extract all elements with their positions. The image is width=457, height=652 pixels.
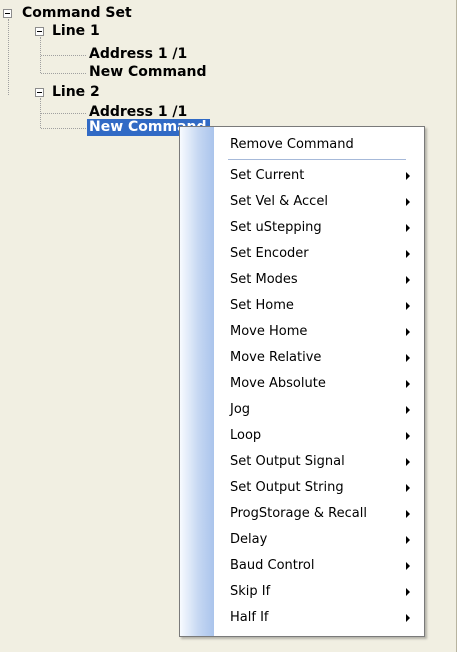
tree-node-address[interactable]: Address 1 /1 [89,46,187,63]
menu-item-move-home[interactable]: Move Home [214,319,424,345]
menu-item-move-absolute[interactable]: Move Absolute [214,371,424,397]
collapse-icon[interactable] [35,88,44,97]
context-menu: Remove Command Set Current Set Vel & Acc… [179,126,425,637]
tree-connector [41,73,86,74]
menu-item-label: Move Home [230,324,308,339]
collapse-icon[interactable] [35,27,44,36]
collapse-icon[interactable] [3,9,12,18]
submenu-arrow-icon [406,562,410,570]
submenu-arrow-icon [406,172,410,180]
submenu-arrow-icon [406,458,410,466]
menu-item-label: Set Current [230,168,305,183]
submenu-arrow-icon [406,328,410,336]
menu-item-label: Delay [230,532,268,547]
submenu-arrow-icon [406,354,410,362]
tree-connector [41,128,86,129]
menu-item-set-current[interactable]: Set Current [214,163,424,189]
tree-node-command-set[interactable]: Command Set [22,5,132,22]
menu-item-label: Skip If [230,584,271,599]
menu-item-set-modes[interactable]: Set Modes [214,267,424,293]
submenu-arrow-icon [406,614,410,622]
submenu-arrow-icon [406,484,410,492]
menu-item-half-if[interactable]: Half If [214,605,424,631]
menu-item-label: Set Home [230,298,294,313]
submenu-arrow-icon [406,250,410,258]
submenu-arrow-icon [406,276,410,284]
tree-panel: Command Set Line 1 Address 1 /1 New Comm… [0,0,457,652]
menu-separator [228,159,406,160]
submenu-arrow-icon [406,536,410,544]
menu-item-label: Set Encoder [230,246,309,261]
tree-connector [8,19,9,95]
menu-item-label: Baud Control [230,558,315,573]
menu-item-label: Loop [230,428,262,443]
menu-item-label: Set Vel & Accel [230,194,328,209]
menu-item-set-ustepping[interactable]: Set uStepping [214,215,424,241]
menu-item-delay[interactable]: Delay [214,527,424,553]
tree-node-line-2[interactable]: Line 2 [52,84,100,101]
submenu-arrow-icon [406,224,410,232]
menu-item-label: Set Output String [230,480,344,495]
menu-item-label: Jog [230,402,251,417]
menu-icon-strip [180,127,214,636]
menu-item-label: ProgStorage & Recall [230,506,367,521]
submenu-arrow-icon [406,198,410,206]
tree-connector [41,55,86,56]
menu-item-label: Set Modes [230,272,298,287]
menu-item-skip-if[interactable]: Skip If [214,579,424,605]
menu-item-label: Remove Command [230,137,354,152]
tree-node-line-1[interactable]: Line 1 [52,23,100,40]
menu-item-baud-control[interactable]: Baud Control [214,553,424,579]
menu-item-label: Set uStepping [230,220,322,235]
submenu-arrow-icon [406,302,410,310]
command-tree: Command Set Line 1 Address 1 /1 New Comm… [0,0,457,140]
menu-item-set-home[interactable]: Set Home [214,293,424,319]
submenu-arrow-icon [406,432,410,440]
menu-item-label: Set Output Signal [230,454,345,469]
menu-item-label: Half If [230,610,269,625]
tree-node-new-command[interactable]: New Command [89,64,207,81]
menu-item-label: Move Relative [230,350,322,365]
menu-item-remove-command[interactable]: Remove Command [214,132,424,158]
menu-item-move-relative[interactable]: Move Relative [214,345,424,371]
menu-item-set-encoder[interactable]: Set Encoder [214,241,424,267]
menu-item-set-vel-accel[interactable]: Set Vel & Accel [214,189,424,215]
submenu-arrow-icon [406,510,410,518]
submenu-arrow-icon [406,588,410,596]
menu-item-set-output-signal[interactable]: Set Output Signal [214,449,424,475]
menu-item-label: Move Absolute [230,376,326,391]
menu-item-loop[interactable]: Loop [214,423,424,449]
menu-item-progstorage-recall[interactable]: ProgStorage & Recall [214,501,424,527]
tree-connector [41,113,86,114]
menu-item-set-output-string[interactable]: Set Output String [214,475,424,501]
submenu-arrow-icon [406,380,410,388]
submenu-arrow-icon [406,406,410,414]
menu-item-jog[interactable]: Jog [214,397,424,423]
